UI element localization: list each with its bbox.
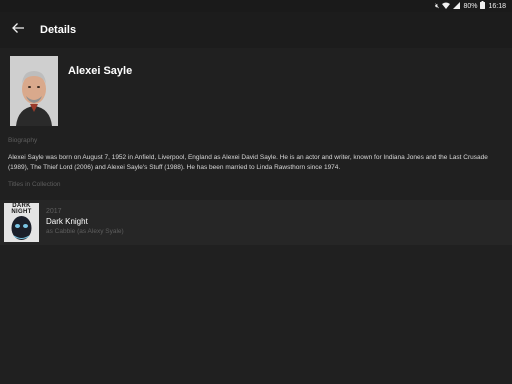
signal-icon (453, 1, 461, 11)
page-title: Details (40, 24, 77, 36)
collection-label: Titles in Collection (8, 181, 61, 188)
profile-photo (10, 56, 58, 126)
item-title: Dark Knight (46, 217, 88, 226)
wifi-icon (442, 2, 451, 11)
battery-level: 80% (463, 2, 478, 10)
biography-label: Biography (8, 137, 38, 144)
person-portrait-icon (10, 56, 58, 126)
item-year: 2017 (46, 208, 62, 215)
back-button[interactable] (4, 16, 32, 44)
app-bar: Details (0, 12, 512, 48)
battery-icon (480, 1, 486, 11)
arrow-left-icon (11, 21, 25, 39)
mute-icon: 🔇︎ (435, 2, 440, 10)
person-name: Alexei Sayle (68, 65, 133, 77)
item-role: as Cabbie (as Alexy Syale) (46, 228, 124, 235)
clock: 16:18 (488, 2, 506, 10)
poster-title: DARK NIGHT (11, 203, 32, 215)
biography-text: Alexei Sayle was born on August 7, 1952 … (8, 154, 488, 171)
movie-poster: DARK NIGHT (4, 203, 39, 242)
status-bar: 🔇︎ 80% 16:18 (0, 0, 512, 12)
